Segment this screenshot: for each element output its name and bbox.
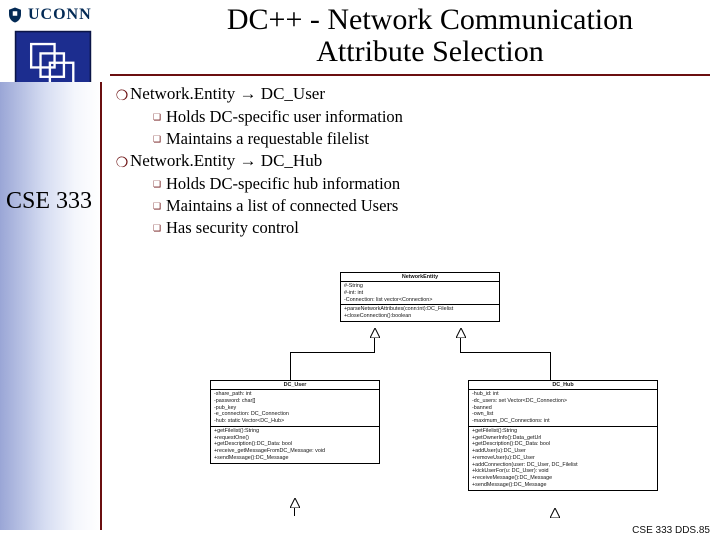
uml-class-title: NetworkEntity bbox=[341, 273, 499, 282]
uml-class-attrs: -share_path: int -password: char[] -pub_… bbox=[211, 390, 379, 427]
bullet-level2: ❏ Maintains a list of connected Users bbox=[148, 196, 704, 216]
slide-footer: CSE 333 DDS.85 bbox=[632, 525, 710, 536]
uml-class-title: DC_Hub bbox=[469, 381, 657, 390]
uml-class-attrs: #-String #-int: int -Connection: list ve… bbox=[341, 282, 499, 305]
square-bullet-icon: ❏ bbox=[148, 112, 166, 123]
uml-connector bbox=[550, 352, 551, 380]
square-bullet-icon: ❏ bbox=[148, 134, 166, 145]
bullet-text: Has security control bbox=[166, 218, 299, 238]
square-bullet-icon: ❏ bbox=[148, 201, 166, 212]
title-line-2: Attribute Selection bbox=[316, 35, 543, 68]
bullet-text: Maintains a requestable filelist bbox=[166, 129, 369, 149]
uml-class-dc-hub: DC_Hub -hub_id: int -dc_users: set Vecto… bbox=[468, 380, 658, 491]
uconn-branding: UCONN bbox=[6, 6, 92, 24]
shield-icon bbox=[6, 6, 24, 24]
uml-connector bbox=[460, 352, 550, 353]
bullet-text: Network.Entity → DC_User bbox=[130, 84, 704, 104]
uml-connector bbox=[460, 338, 461, 352]
square-bullet-icon: ❏ bbox=[148, 179, 166, 190]
bullet-level1: ❍ Network.Entity → DC_Hub bbox=[114, 151, 704, 172]
bullet-text: Holds DC-specific user information bbox=[166, 107, 403, 127]
sidebar-gradient bbox=[0, 82, 100, 530]
uml-class-title: DC_User bbox=[211, 381, 379, 390]
uml-class-attrs: -hub_id: int -dc_users: set Vector<DC_Co… bbox=[469, 390, 657, 427]
square-bullet-icon: ❏ bbox=[148, 223, 166, 234]
bullet-level1: ❍ Network.Entity → DC_User bbox=[114, 84, 704, 105]
course-label: CSE 333 bbox=[6, 188, 92, 215]
uml-class-ops: +getFilelist():String +getOwnerInfo():Da… bbox=[469, 427, 657, 490]
vertical-rule bbox=[100, 82, 102, 530]
circle-bullet-icon: ❍ bbox=[114, 155, 130, 172]
bullet-level2: ❏ Has security control bbox=[148, 218, 704, 238]
uml-class-ops: +getFilelist():String +requestOne() +get… bbox=[211, 427, 379, 463]
bullet-text: Holds DC-specific hub information bbox=[166, 174, 400, 194]
uml-connector bbox=[374, 338, 375, 352]
bullet-level2: ❏ Maintains a requestable filelist bbox=[148, 129, 704, 149]
content-area: ❍ Network.Entity → DC_User ❏ Holds DC-sp… bbox=[114, 82, 704, 240]
uml-class-networkentity: NetworkEntity #-String #-int: int -Conne… bbox=[340, 272, 500, 322]
uml-class-dc-user: DC_User -share_path: int -password: char… bbox=[210, 380, 380, 464]
bullet-text: Network.Entity → DC_Hub bbox=[130, 151, 704, 171]
uconn-text: UCONN bbox=[28, 6, 92, 24]
bullet-text: Maintains a list of connected Users bbox=[166, 196, 398, 216]
inheritance-arrow-icon bbox=[290, 498, 300, 508]
inheritance-arrow-icon bbox=[370, 328, 380, 338]
uml-connector bbox=[290, 352, 375, 353]
circle-bullet-icon: ❍ bbox=[114, 88, 130, 105]
uml-connector bbox=[290, 352, 291, 380]
title-line-1: DC++ - Network Communication bbox=[227, 3, 633, 36]
uml-class-ops: +parseNetworkAttributes(conn:int):DC_Fil… bbox=[341, 305, 499, 321]
title-underline bbox=[110, 74, 710, 76]
uml-diagram: NetworkEntity #-String #-int: int -Conne… bbox=[210, 272, 670, 522]
slide-title: DC++ - Network Communication Attribute S… bbox=[150, 4, 710, 67]
bullet-level2: ❏ Holds DC-specific user information bbox=[148, 107, 704, 127]
bullet-level2: ❏ Holds DC-specific hub information bbox=[148, 174, 704, 194]
inheritance-arrow-icon bbox=[550, 508, 560, 518]
uml-connector bbox=[294, 508, 295, 516]
inheritance-arrow-icon bbox=[456, 328, 466, 338]
